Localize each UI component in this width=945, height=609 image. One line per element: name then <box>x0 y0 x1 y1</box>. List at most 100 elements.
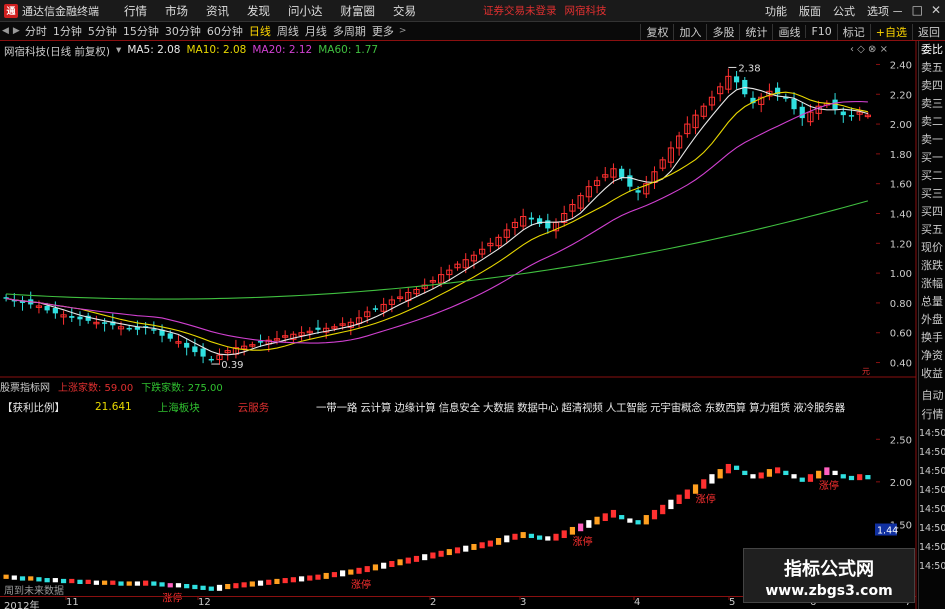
x-tick: 2012年 <box>4 601 40 609</box>
side-item[interactable]: 净资 <box>919 347 945 365</box>
limit-up-label: 涨停 <box>696 493 716 506</box>
indicator-bar <box>389 561 395 567</box>
indicator-bar <box>865 475 871 480</box>
y-tick-label: 2.40 <box>890 60 912 71</box>
side-item[interactable]: 总量 <box>919 293 945 311</box>
indicator-bar <box>512 533 518 540</box>
candle-body <box>545 220 551 229</box>
side-time[interactable]: 14:50 <box>919 557 945 576</box>
side-item[interactable]: 买三 <box>919 185 945 203</box>
up-count-label: 上涨家数: 59.00 <box>58 383 134 394</box>
ma10-label: MA10: 2.08 <box>186 44 247 56</box>
indicator-bar <box>134 581 141 586</box>
side-time[interactable]: 14:50 <box>919 538 945 557</box>
candle-body <box>528 217 534 220</box>
y-tick-label: 1.40 <box>890 210 912 221</box>
y-tick-label: 0.60 <box>890 329 912 340</box>
side-item[interactable]: 卖三 <box>919 95 945 113</box>
indicator-bar <box>709 474 715 484</box>
indicator-bar <box>578 523 584 532</box>
cloud-label: 云服务 <box>237 401 270 414</box>
indicator-bar <box>175 583 182 588</box>
indicator-header: 股票指标网 上涨家数: 59.00 下跌家数: 275.00 <box>0 380 916 394</box>
indicator-bar <box>561 530 567 539</box>
ma-line-ma10 <box>6 91 869 351</box>
indicator-bar <box>298 576 305 582</box>
quote-side-panel: 委比 卖五 卖四 卖三 卖二 卖一 买一 买二 买三 买四 买五 现价 涨跌 涨幅 总量 外盘 换手 净资 收益 自… <box>918 41 945 609</box>
indicator-bar <box>651 509 658 520</box>
low-marker-label: 0.39 <box>221 360 243 371</box>
indicator-bar <box>405 557 411 564</box>
side-item[interactable]: 现价 <box>919 239 945 257</box>
chart-canvas[interactable]: 0.40 0.60 0.80 1.00 1.20 1.40 1.60 1.80 2.00 2.20… <box>0 0 945 609</box>
indicator-bar <box>692 484 699 494</box>
indicator-bar <box>208 586 214 591</box>
side-item[interactable]: 卖二 <box>919 113 945 131</box>
indicator-bar <box>791 474 797 479</box>
indicator-bar <box>586 520 592 528</box>
dropdown-icon[interactable]: ▾ <box>116 44 121 59</box>
indicator-bar <box>504 535 510 543</box>
profit-ratio-value: 21.641 <box>95 401 132 413</box>
side-item[interactable]: 外盘 <box>919 311 945 329</box>
limit-up-label: 涨停 <box>573 535 593 548</box>
indicator-bar <box>307 575 313 581</box>
indicator-bar <box>274 578 280 584</box>
side-item[interactable]: 涨跌 <box>919 257 945 275</box>
side-item[interactable]: 买二 <box>919 167 945 185</box>
side-time[interactable]: 14:50 <box>919 481 945 500</box>
side-item[interactable]: 卖四 <box>919 77 945 95</box>
side-item[interactable]: 委比 <box>919 41 945 59</box>
side-tab[interactable]: 自动 <box>919 386 945 405</box>
ma60-label: MA60: 1.77 <box>318 44 379 56</box>
candle-body <box>733 76 740 83</box>
indicator-bar <box>471 543 477 550</box>
indicator-bar <box>684 489 690 499</box>
candle-body <box>840 111 846 116</box>
side-item[interactable]: 收益 <box>919 365 945 383</box>
candle-body <box>134 327 141 330</box>
side-item[interactable]: 换手 <box>919 329 945 347</box>
x-tick: 2 <box>430 597 437 608</box>
indicator-bar <box>536 535 543 540</box>
indicator-bar <box>356 567 362 574</box>
side-time[interactable]: 14:50 <box>919 443 945 462</box>
indicator-bar <box>118 581 124 586</box>
side-item[interactable]: 买一 <box>919 149 945 167</box>
candle-body <box>372 308 379 310</box>
candle-body <box>200 348 206 357</box>
x-tick: 11 <box>66 597 79 608</box>
candle-body <box>635 190 641 193</box>
indicator-bar <box>528 533 534 539</box>
side-tab[interactable]: 行情 <box>919 405 945 424</box>
main-chart-legend: 网宿科技(日线 前复权) ▾ MA5: 2.08 MA10: 2.08 MA20… <box>4 44 378 59</box>
indicator-name: 股票指标网 <box>0 383 50 394</box>
side-item[interactable]: 卖五 <box>919 59 945 77</box>
indicator-bar <box>783 470 789 476</box>
side-time[interactable]: 14:50 <box>919 519 945 538</box>
side-item[interactable]: 卖一 <box>919 131 945 149</box>
side-item[interactable]: 涨幅 <box>919 275 945 293</box>
indicator-bar <box>569 526 576 535</box>
indicator-bar <box>200 585 206 590</box>
indicator-bar <box>381 562 387 569</box>
side-time[interactable]: 14:50 <box>919 424 945 443</box>
indicator-bar <box>463 545 469 552</box>
indicator-bar <box>807 474 814 482</box>
indicator-bar <box>257 580 264 586</box>
side-time[interactable]: 14:50 <box>919 500 945 519</box>
watermark-url: www.zbgs3.com <box>765 583 893 599</box>
indicator-bar <box>93 580 99 585</box>
y-tick-label: 0.40 <box>890 359 912 370</box>
side-item[interactable]: 买四 <box>919 203 945 221</box>
indicator-bar <box>216 584 223 591</box>
indicator-bar <box>832 470 838 476</box>
ma-line-ma60 <box>6 200 869 300</box>
indicator-bar <box>372 564 379 571</box>
indicator-bar <box>635 520 641 525</box>
side-item[interactable]: 买五 <box>919 221 945 239</box>
chart-tool-icons[interactable]: ‹ ◇ ⊗ × <box>850 44 888 55</box>
candle-body <box>192 346 198 353</box>
side-time[interactable]: 14:50 <box>919 462 945 481</box>
indicator-bar <box>348 569 354 575</box>
